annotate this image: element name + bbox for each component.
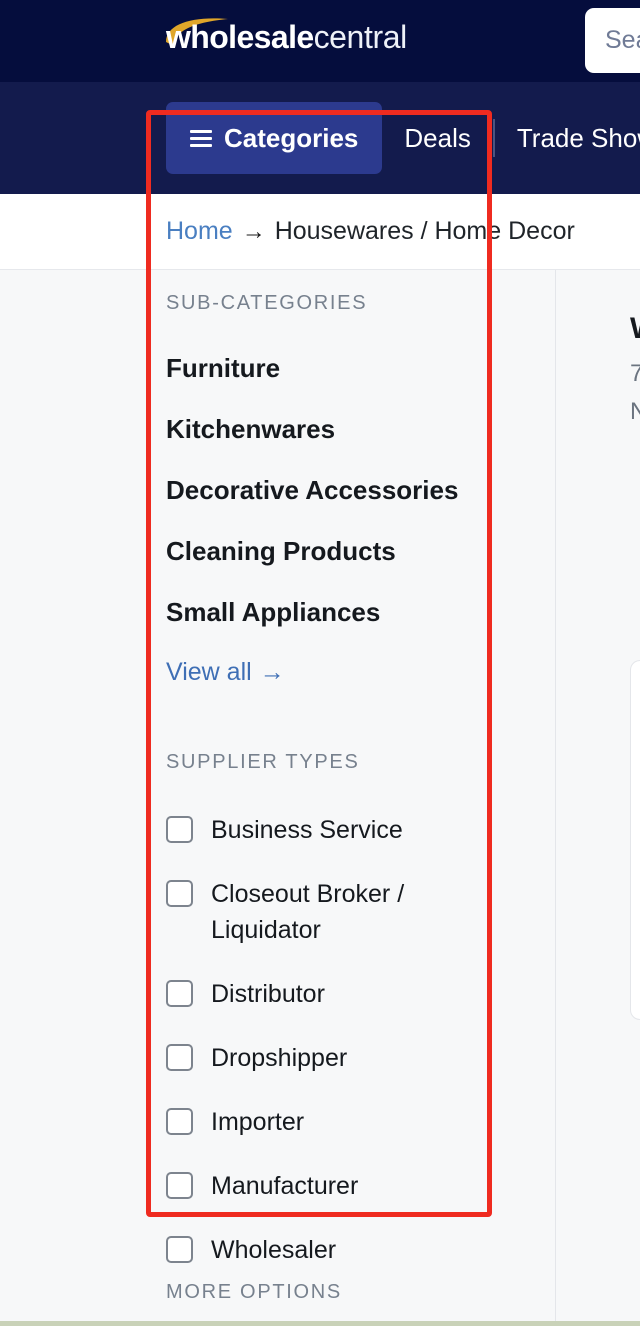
main-navbar: Categories Deals Trade Shows: [0, 82, 640, 194]
supplier-type-business-service[interactable]: Business Service: [166, 812, 496, 848]
supplier-type-closeout-broker-liquidator[interactable]: Closeout Broker / Liquidator: [166, 876, 496, 948]
list-icon: [190, 129, 212, 147]
search-placeholder: Search: [605, 26, 640, 54]
checkbox-icon[interactable]: [166, 980, 193, 1007]
breadcrumb: Home → Housewares / Home Decor: [166, 217, 575, 246]
supplier-type-importer[interactable]: Importer: [166, 1104, 496, 1140]
supplier-type-label: Distributor: [211, 980, 325, 1008]
sidebar-item-small-appliances[interactable]: Small Appliances: [166, 597, 496, 628]
sidebar-item-decorative-accessories[interactable]: Decorative Accessories: [166, 475, 496, 506]
site-header: wholesalecentral Search: [0, 0, 640, 82]
result-card[interactable]: [630, 660, 640, 1020]
supplier-type-label: Wholesaler: [211, 1236, 337, 1264]
navbar-items: Categories Deals Trade Shows: [166, 102, 640, 174]
supplier-type-dropshipper[interactable]: Dropshipper: [166, 1040, 496, 1076]
breadcrumb-bar: Home → Housewares / Home Decor: [0, 194, 640, 270]
supplier-type-label: Business Service: [211, 816, 403, 844]
results-panel: W 7 N: [556, 270, 640, 1321]
nav-item-trade-shows[interactable]: Trade Shows: [495, 102, 640, 174]
supplier-type-label: Importer: [211, 1108, 305, 1136]
arrow-right-icon: →: [241, 217, 266, 245]
sidebar-item-cleaning-products[interactable]: Cleaning Products: [166, 536, 496, 567]
filters-sidebar: SUB-CATEGORIES Furniture Kitchenwares De…: [166, 292, 496, 1296]
supplier-types-block: SUPPLIER TYPES Business Service Closeout…: [166, 751, 496, 1268]
supplier-type-manufacturer[interactable]: Manufacturer: [166, 1168, 496, 1204]
arrow-right-icon: →: [259, 658, 285, 686]
supplier-type-label: Manufacturer: [211, 1172, 359, 1200]
sub-categories-list: Furniture Kitchenwares Decorative Access…: [166, 353, 496, 687]
nav-categories-button[interactable]: Categories: [166, 102, 383, 174]
sidebar-item-furniture[interactable]: Furniture: [166, 353, 496, 384]
checkbox-icon[interactable]: [166, 1172, 193, 1199]
breadcrumb-current: Housewares / Home Decor: [274, 217, 575, 245]
nav-item-deals[interactable]: Deals: [382, 102, 492, 174]
supplier-type-wholesaler[interactable]: Wholesaler: [166, 1232, 496, 1268]
checkbox-icon[interactable]: [166, 1108, 193, 1135]
bottom-rule: [0, 1321, 640, 1326]
supplier-type-label: Closeout Broker / Liquidator: [211, 880, 405, 944]
results-panel-title: W: [630, 312, 640, 346]
more-options-heading: MORE OPTIONS: [166, 1281, 342, 1303]
view-all-link[interactable]: View all →: [166, 658, 285, 687]
logo-light-text: central: [313, 19, 408, 55]
supplier-types-list: Business Service Closeout Broker / Liqui…: [166, 812, 496, 1268]
sub-categories-heading: SUB-CATEGORIES: [166, 292, 368, 314]
logo-bold-text: wholesale: [166, 19, 314, 55]
breadcrumb-home-link[interactable]: Home: [166, 217, 233, 246]
supplier-types-heading: SUPPLIER TYPES: [166, 751, 360, 773]
logo-text: wholesalecentral: [166, 18, 407, 56]
checkbox-icon[interactable]: [166, 1044, 193, 1071]
checkbox-icon[interactable]: [166, 880, 193, 907]
sidebar-item-kitchenwares[interactable]: Kitchenwares: [166, 414, 496, 445]
supplier-type-distributor[interactable]: Distributor: [166, 976, 496, 1012]
supplier-type-label: Dropshipper: [211, 1044, 348, 1072]
page-root: wholesalecentral Search Categories Deals…: [0, 0, 640, 1326]
view-all-label: View all: [166, 658, 252, 686]
nav-categories-label: Categories: [224, 122, 359, 153]
checkbox-icon[interactable]: [166, 816, 193, 843]
search-input[interactable]: Search: [585, 8, 640, 73]
results-panel-subtext: N: [630, 398, 640, 425]
site-logo[interactable]: wholesalecentral: [166, 14, 407, 60]
checkbox-icon[interactable]: [166, 1236, 193, 1263]
results-panel-count: 7: [630, 360, 640, 387]
